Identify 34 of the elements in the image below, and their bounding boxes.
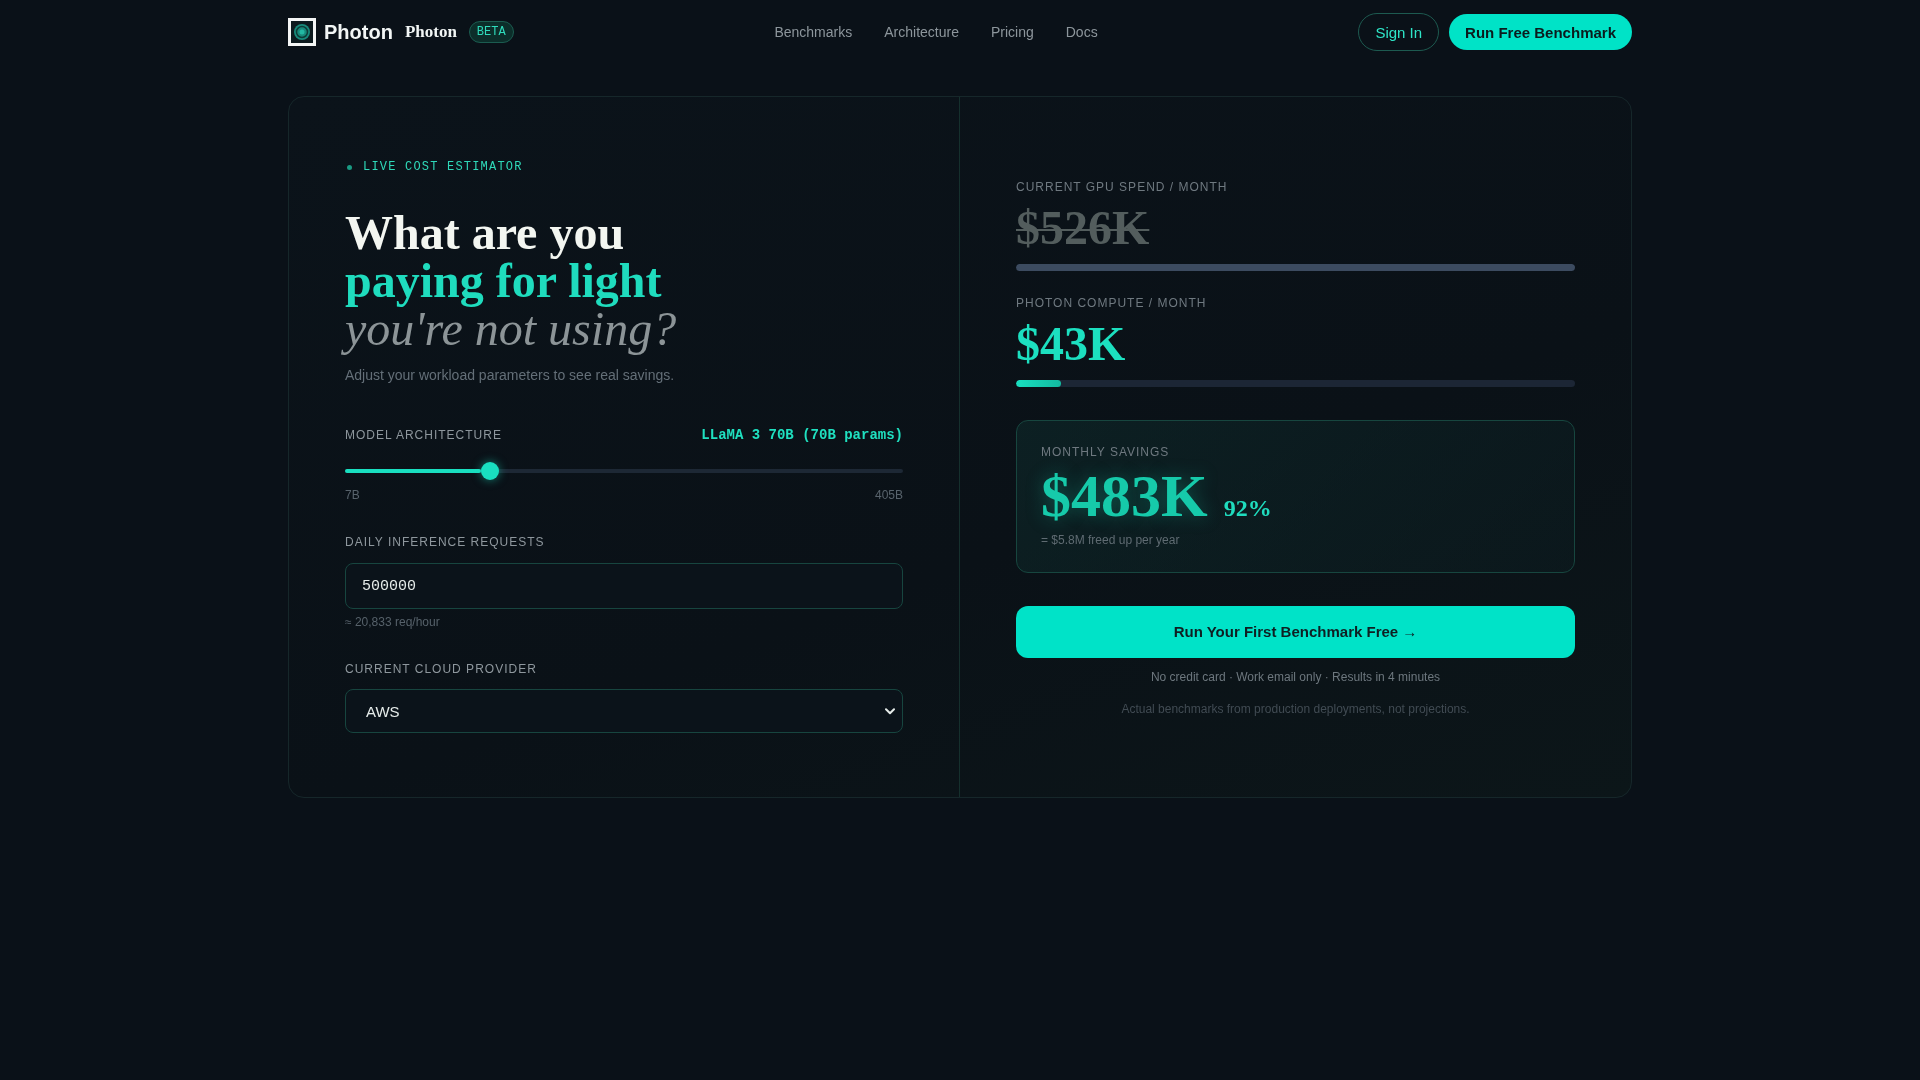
requests-input[interactable]: 500000 <box>345 563 903 609</box>
subtitle: Adjust your workload parameters to see real savings. <box>345 367 676 384</box>
nav-link[interactable]: Docs <box>1065 24 1098 40</box>
nav-link[interactable]: Architecture <box>884 24 959 40</box>
benchmark-cta-button[interactable]: Run Your First Benchmark Free → <box>1016 605 1575 658</box>
brand-wordmark: Photon <box>324 20 393 44</box>
range-min-label: 7B <box>345 488 360 502</box>
previous-cost-amount: $526K <box>1016 200 1150 254</box>
requests-hint: ≈ 20,833 req/hour <box>345 615 441 629</box>
chevron-down-icon <box>885 707 895 715</box>
savings-label: MONTHLY SAVINGS <box>1041 443 1171 460</box>
cost-amount: $43K <box>1016 316 1126 370</box>
eyebrow-label: LIVE COST ESTIMATOR <box>363 159 523 175</box>
range-max-label: 405B <box>874 488 903 502</box>
beta-badge: BETA <box>468 21 514 43</box>
nav-link[interactable]: Benchmarks <box>774 24 853 40</box>
cta-note: No credit card · Work email only · Results in 4 minutes <box>1149 669 1442 684</box>
brand-name: Photon <box>404 22 457 42</box>
provider-select[interactable]: AWS <box>345 689 903 733</box>
slider-thumb[interactable] <box>481 462 500 480</box>
cost-label: CURRENT GPU SPEND / MONTH <box>1016 178 1229 195</box>
model-value: LLaMA 3 70B (70B params) <box>701 427 903 443</box>
field-label: DAILY INFERENCE REQUESTS <box>345 534 546 550</box>
run-benchmark-button[interactable]: Run Free Benchmark <box>1449 14 1632 50</box>
savings-percent: 92% <box>1223 494 1272 522</box>
field-label: MODEL ARCHITECTURE <box>345 427 502 443</box>
logo-icon[interactable] <box>288 18 316 46</box>
field-label: CURRENT CLOUD PROVIDER <box>345 661 538 677</box>
nav-link[interactable]: Pricing <box>990 24 1034 40</box>
dot-icon <box>347 164 352 170</box>
cost-label: PHOTON COMPUTE / MONTH <box>1016 294 1208 311</box>
savings-amount: $483K <box>1041 462 1208 529</box>
disclaimer: Actual benchmarks from production deployments, not projections. <box>1120 701 1471 716</box>
savings-note: = $5.8M freed up per year <box>1041 532 1181 547</box>
